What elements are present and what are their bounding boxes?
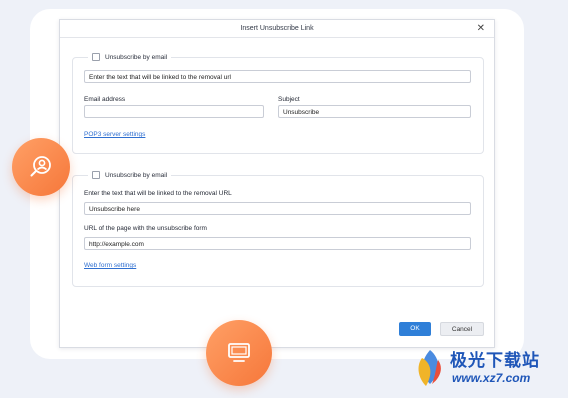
dialog-title: Insert Unsubscribe Link	[240, 25, 314, 32]
ok-button[interactable]: OK	[399, 322, 431, 336]
subject-input[interactable]: Unsubscribe	[278, 105, 471, 118]
web-link-text-input[interactable]: Unsubscribe here	[84, 202, 471, 215]
unsubscribe-web-checkbox[interactable]	[92, 171, 100, 179]
web-unsubscribe-section: Unsubscribe by email Enter the text that…	[72, 171, 484, 287]
web-section-checkbox-label: Unsubscribe by email	[105, 171, 168, 179]
url-label: URL of the page with the unsubscribe for…	[84, 225, 207, 232]
email-link-text-input[interactable]: Enter the text that will be linked to th…	[84, 70, 471, 83]
url-input[interactable]: http://example.com	[84, 237, 471, 250]
user-search-icon	[30, 156, 51, 177]
pop3-server-settings-link[interactable]: POP3 server settings	[84, 131, 145, 138]
web-link-text-label: Enter the text that will be linked to th…	[84, 190, 232, 197]
email-section-legend[interactable]: Unsubscribe by email	[88, 53, 172, 61]
dialog-titlebar: Insert Unsubscribe Link ✕	[60, 20, 494, 38]
watermark-url: www.xz7.com	[452, 371, 531, 385]
aurora-logo-icon	[418, 350, 441, 386]
email-address-input[interactable]	[84, 105, 264, 118]
email-unsubscribe-section: Unsubscribe by email Enter the text that…	[72, 53, 484, 154]
email-section-checkbox-label: Unsubscribe by email	[105, 53, 168, 61]
monitor-icon	[228, 343, 250, 362]
subject-label: Subject	[278, 96, 300, 103]
monitor-badge	[206, 320, 272, 386]
insert-unsubscribe-dialog: Insert Unsubscribe Link ✕ Unsubscribe by…	[59, 19, 495, 348]
watermark-title: 极光下载站	[450, 351, 540, 371]
unsubscribe-email-checkbox[interactable]	[92, 53, 100, 61]
watermark: 极光下载站 www.xz7.com	[410, 344, 566, 394]
web-form-settings-link[interactable]: Web form settings	[84, 262, 136, 269]
cancel-button[interactable]: Cancel	[440, 322, 484, 336]
user-search-badge	[12, 138, 70, 196]
close-icon[interactable]: ✕	[477, 20, 485, 37]
email-address-label: Email address	[84, 96, 126, 103]
web-section-legend[interactable]: Unsubscribe by email	[88, 171, 172, 179]
